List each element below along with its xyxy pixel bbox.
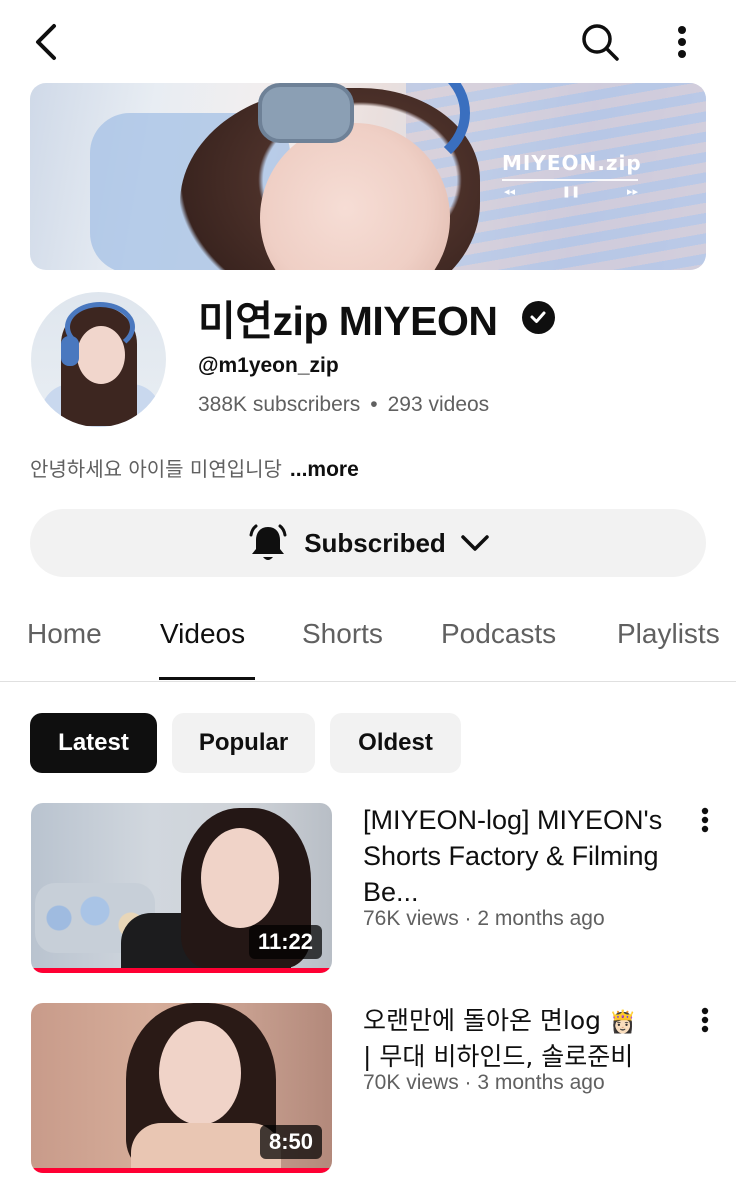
- watch-progress-bar: [31, 968, 332, 973]
- video-more-button[interactable]: [690, 1000, 720, 1040]
- channel-banner: MIYEON.zip ◂◂ ❚❚ ▸▸: [30, 83, 706, 270]
- watch-progress-bar: [31, 1168, 332, 1173]
- more-options-button[interactable]: [662, 18, 702, 66]
- channel-tabs: Home Videos Shorts Podcasts Playlists: [0, 600, 736, 682]
- avatar-headphone: [61, 336, 79, 366]
- tab-shorts[interactable]: Shorts: [302, 618, 383, 650]
- search-button[interactable]: [576, 18, 624, 66]
- active-tab-indicator: [159, 677, 255, 680]
- thumbnail-clothing: [131, 1123, 281, 1173]
- chip-popular[interactable]: Popular: [172, 713, 315, 773]
- headphones-icon: [258, 83, 354, 143]
- chevron-down-icon: [461, 535, 489, 551]
- banner-progress-line: [502, 179, 638, 181]
- video-more-button[interactable]: [690, 800, 720, 840]
- more-vertical-icon: [701, 1007, 709, 1033]
- pause-icon: ❚❚: [561, 186, 581, 198]
- fast-forward-icon: ▸▸: [626, 186, 638, 198]
- more-vertical-icon: [678, 26, 686, 58]
- subscribed-label: Subscribed: [304, 527, 446, 558]
- chip-oldest[interactable]: Oldest: [330, 713, 461, 773]
- video-title-line2: | 무대 비하인드, 솔로준비: [363, 1042, 634, 1071]
- video-meta: 76K views · 2 months ago: [363, 907, 605, 930]
- subscriber-count: 388K subscribers: [198, 393, 361, 416]
- banner-logo-text: MIYEON.zip: [502, 151, 642, 175]
- channel-handle: @m1yeon_zip: [198, 354, 339, 377]
- tab-videos[interactable]: Videos: [160, 618, 245, 650]
- tab-playlists[interactable]: Playlists: [617, 618, 720, 650]
- banner-player-controls: ◂◂ ❚❚ ▸▸: [504, 185, 638, 198]
- video-thumbnail[interactable]: 11:22: [31, 803, 332, 973]
- back-button[interactable]: [26, 20, 66, 64]
- thumbnail-face: [159, 1021, 241, 1125]
- subscribed-button[interactable]: Subscribed: [30, 509, 706, 577]
- video-thumbnail[interactable]: 8:50: [31, 1003, 332, 1173]
- more-vertical-icon: [701, 807, 709, 833]
- video-meta: 70K views · 3 months ago: [363, 1071, 605, 1094]
- thumbnail-face: [201, 828, 279, 928]
- search-icon: [582, 24, 619, 61]
- tab-home[interactable]: Home: [27, 618, 102, 650]
- video-title[interactable]: 오랜만에 돌아온 면log 👸🏻 | 무대 비하인드, 솔로준비: [363, 1004, 683, 1074]
- video-count: 293 videos: [387, 393, 490, 416]
- chevron-left-icon: [36, 24, 56, 60]
- video-duration: 8:50: [259, 1125, 322, 1159]
- verified-badge-icon: [521, 300, 555, 334]
- rewind-icon: ◂◂: [504, 186, 516, 198]
- channel-name-row: 미연zip MIYEON: [198, 290, 555, 344]
- princess-emoji-icon: 👸🏻: [608, 1010, 637, 1035]
- channel-description[interactable]: 안녕하세요 아이들 미연입니당 ...more: [30, 453, 359, 482]
- channel-stats: 388K subscribers • 293 videos: [198, 393, 489, 417]
- stats-separator: •: [370, 393, 378, 416]
- channel-name: 미연zip MIYEON: [198, 298, 498, 344]
- description-more-link[interactable]: ...more: [290, 458, 359, 481]
- video-title[interactable]: [MIYEON-log] MIYEON's Shorts Factory & F…: [363, 802, 683, 910]
- video-duration: 11:22: [248, 925, 322, 959]
- description-text: 안녕하세요 아이들 미연입니당: [30, 457, 282, 481]
- bell-icon: [249, 524, 287, 560]
- chip-latest[interactable]: Latest: [30, 713, 157, 773]
- channel-avatar[interactable]: [31, 292, 166, 427]
- top-bar: [0, 0, 736, 84]
- video-title-line1: 오랜만에 돌아온 면log: [363, 1006, 602, 1035]
- tab-podcasts[interactable]: Podcasts: [441, 618, 556, 650]
